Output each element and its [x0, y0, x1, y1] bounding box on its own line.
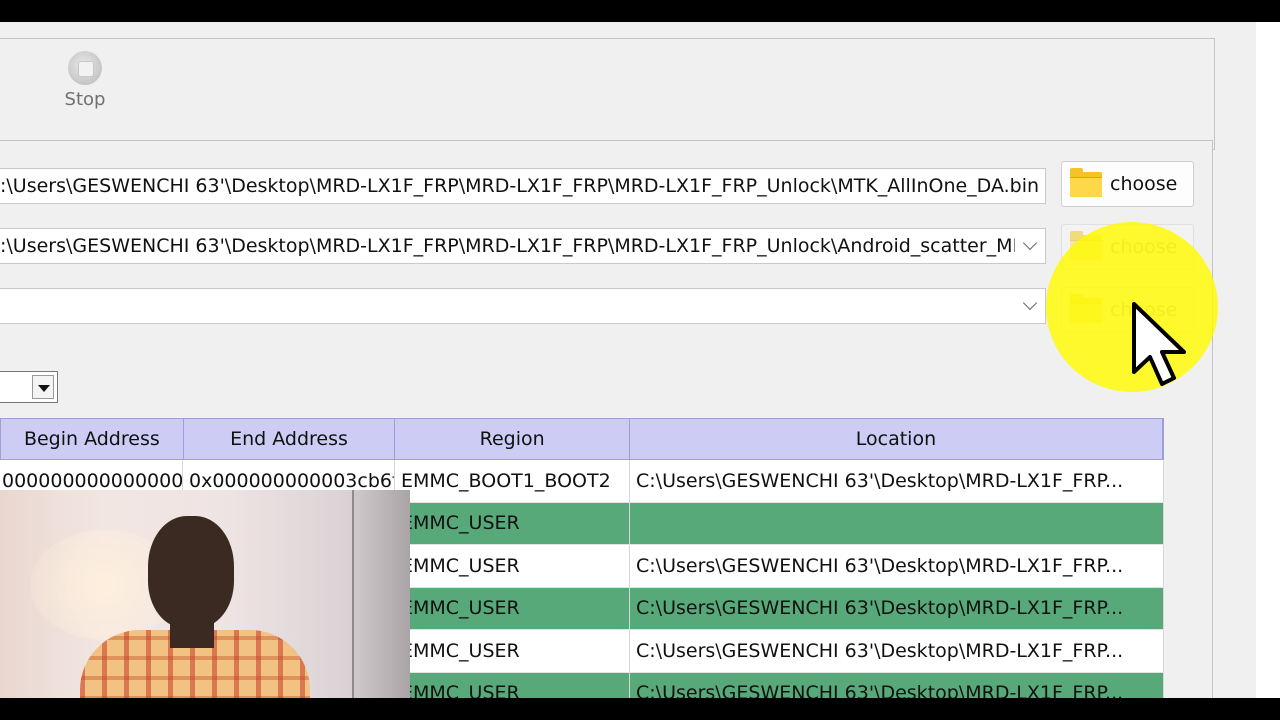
- region-cell: EMMC_USER: [395, 630, 630, 672]
- region-cell: EMMC_USER: [395, 502, 630, 544]
- region-cell: EMMC_BOOT1_BOOT2: [395, 460, 630, 502]
- scatter-file-combo[interactable]: :\Users\GESWENCHI 63'\Desktop\MRD-LX1F_F…: [0, 228, 1046, 264]
- location-cell: C:\Users\GESWENCHI 63'\Desktop\MRD-LX1F_…: [630, 672, 1164, 698]
- stop-label: Stop: [64, 89, 106, 110]
- mouse-cursor-icon: [1132, 302, 1186, 386]
- mode-select[interactable]: [0, 371, 58, 403]
- header-location[interactable]: Location: [630, 419, 1163, 459]
- window-edge: [1256, 22, 1280, 698]
- location-cell: C:\Users\GESWENCHI 63'\Desktop\MRD-LX1F_…: [630, 587, 1164, 629]
- location-cell: C:\Users\GESWENCHI 63'\Desktop\MRD-LX1F_…: [630, 630, 1164, 672]
- choose-download-agent-button[interactable]: choose: [1061, 161, 1194, 207]
- folder-icon: [1070, 168, 1102, 197]
- stop-button[interactable]: Stop: [56, 51, 114, 123]
- region-cell: EMMC_USER: [395, 587, 630, 629]
- stop-icon: [68, 51, 102, 85]
- download-agent-path-text: :\Users\GESWENCHI 63'\Desktop\MRD-LX1F_F…: [0, 175, 1040, 197]
- download-agent-path-field[interactable]: :\Users\GESWENCHI 63'\Desktop\MRD-LX1F_F…: [0, 168, 1046, 204]
- region-cell: EMMC_USER: [395, 545, 630, 587]
- dropdown-arrow-icon[interactable]: [32, 375, 54, 399]
- header-begin-address[interactable]: Begin Address: [1, 419, 184, 459]
- flash-tool-window: Stop :\Users\GESWENCHI 63'\Desktop\MRD-L…: [0, 22, 1256, 698]
- choose-label: choose: [1110, 173, 1178, 195]
- table-header: Begin Address End Address Region Locatio…: [0, 418, 1164, 460]
- chevron-down-icon[interactable]: [1015, 229, 1045, 263]
- region-cell: EMMC_USER: [395, 672, 630, 698]
- chevron-down-icon[interactable]: [1015, 289, 1045, 323]
- toolbar: Stop: [0, 38, 1215, 150]
- header-region[interactable]: Region: [395, 419, 630, 459]
- webcam-overlay: [0, 490, 410, 698]
- location-cell: [630, 502, 1164, 544]
- auth-file-combo[interactable]: [0, 288, 1046, 324]
- location-cell: C:\Users\GESWENCHI 63'\Desktop\MRD-LX1F_…: [630, 460, 1164, 502]
- header-end-address[interactable]: End Address: [184, 419, 396, 459]
- location-cell: C:\Users\GESWENCHI 63'\Desktop\MRD-LX1F_…: [630, 545, 1164, 587]
- webcam-door-frame: [352, 490, 410, 698]
- scatter-file-text: :\Users\GESWENCHI 63'\Desktop\MRD-LX1F_F…: [0, 235, 1046, 257]
- presenter-head: [148, 516, 234, 628]
